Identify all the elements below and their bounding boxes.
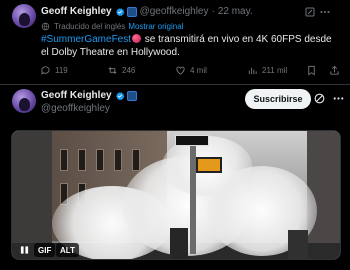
author-handle[interactable]: @geoffkeighley (140, 6, 209, 17)
author-name[interactable]: Geoff Keighley (41, 6, 112, 17)
tweet-header: Geoff Keighley (41, 90, 137, 101)
gif-badge: GIF (34, 243, 56, 257)
translation-note: Traducido del inglés Mostrar original (41, 22, 183, 31)
author-handle[interactable]: @geoffkeighley (41, 103, 110, 114)
views-button[interactable]: 211 mil (247, 65, 287, 76)
hashtag-link[interactable]: #SummerGameFest (41, 34, 131, 45)
tweet-text: #SummerGameFest se transmitirá en vivo e… (41, 33, 341, 59)
share-button[interactable] (329, 65, 340, 76)
repost-button[interactable]: 246 (107, 65, 135, 76)
traffic-signal (196, 157, 222, 173)
grok-icon[interactable] (304, 6, 316, 18)
reply-count: 119 (55, 66, 68, 75)
bookmark-button[interactable] (306, 65, 317, 76)
tweet-actions: 119 246 4 mil 211 mil (36, 65, 342, 79)
more-icon[interactable] (332, 92, 345, 105)
tweet-date[interactable]: 22 may. (218, 6, 253, 17)
media-controls: GIF ALT (0, 241, 350, 259)
affiliate-badge-icon (126, 6, 137, 17)
reply-icon (41, 66, 50, 75)
views-icon (248, 67, 257, 75)
like-button[interactable]: 4 mil (175, 65, 207, 76)
repost-count: 246 (122, 66, 136, 75)
tweet-header: Geoff Keighley @geoffkeighley · 22 may. (41, 6, 253, 17)
window (60, 149, 68, 171)
show-original-link[interactable]: Mostrar original (128, 22, 183, 31)
separator: · (211, 6, 215, 17)
emoji-icon (132, 34, 142, 43)
tweet-card[interactable]: Geoff Keighley @geoffkeighley · 22 may. … (0, 0, 350, 85)
view-count: 211 mil (262, 66, 288, 75)
grok-icon[interactable] (313, 92, 326, 105)
verified-badge-icon (115, 91, 124, 100)
translate-icon (41, 22, 50, 31)
more-icon[interactable] (319, 6, 331, 18)
reply-button[interactable]: 119 (40, 65, 68, 76)
translated-label: Traducido del inglés (54, 22, 126, 31)
window (114, 149, 122, 171)
bookmark-icon (308, 65, 315, 76)
avatar[interactable] (12, 4, 36, 28)
window (96, 149, 104, 171)
street-sign (175, 135, 209, 146)
affiliate-badge-icon (126, 90, 137, 101)
verified-badge-icon (115, 7, 124, 16)
window (78, 149, 86, 171)
like-count: 4 mil (190, 66, 207, 75)
window (132, 149, 140, 171)
avatar[interactable] (12, 89, 36, 113)
alt-badge[interactable]: ALT (56, 243, 79, 257)
repost-icon (108, 67, 117, 74)
like-icon (176, 66, 185, 75)
share-icon (330, 65, 339, 75)
pause-icon[interactable] (20, 245, 29, 255)
subscribe-button[interactable]: Suscribirse (245, 89, 311, 109)
author-name[interactable]: Geoff Keighley (41, 90, 112, 101)
